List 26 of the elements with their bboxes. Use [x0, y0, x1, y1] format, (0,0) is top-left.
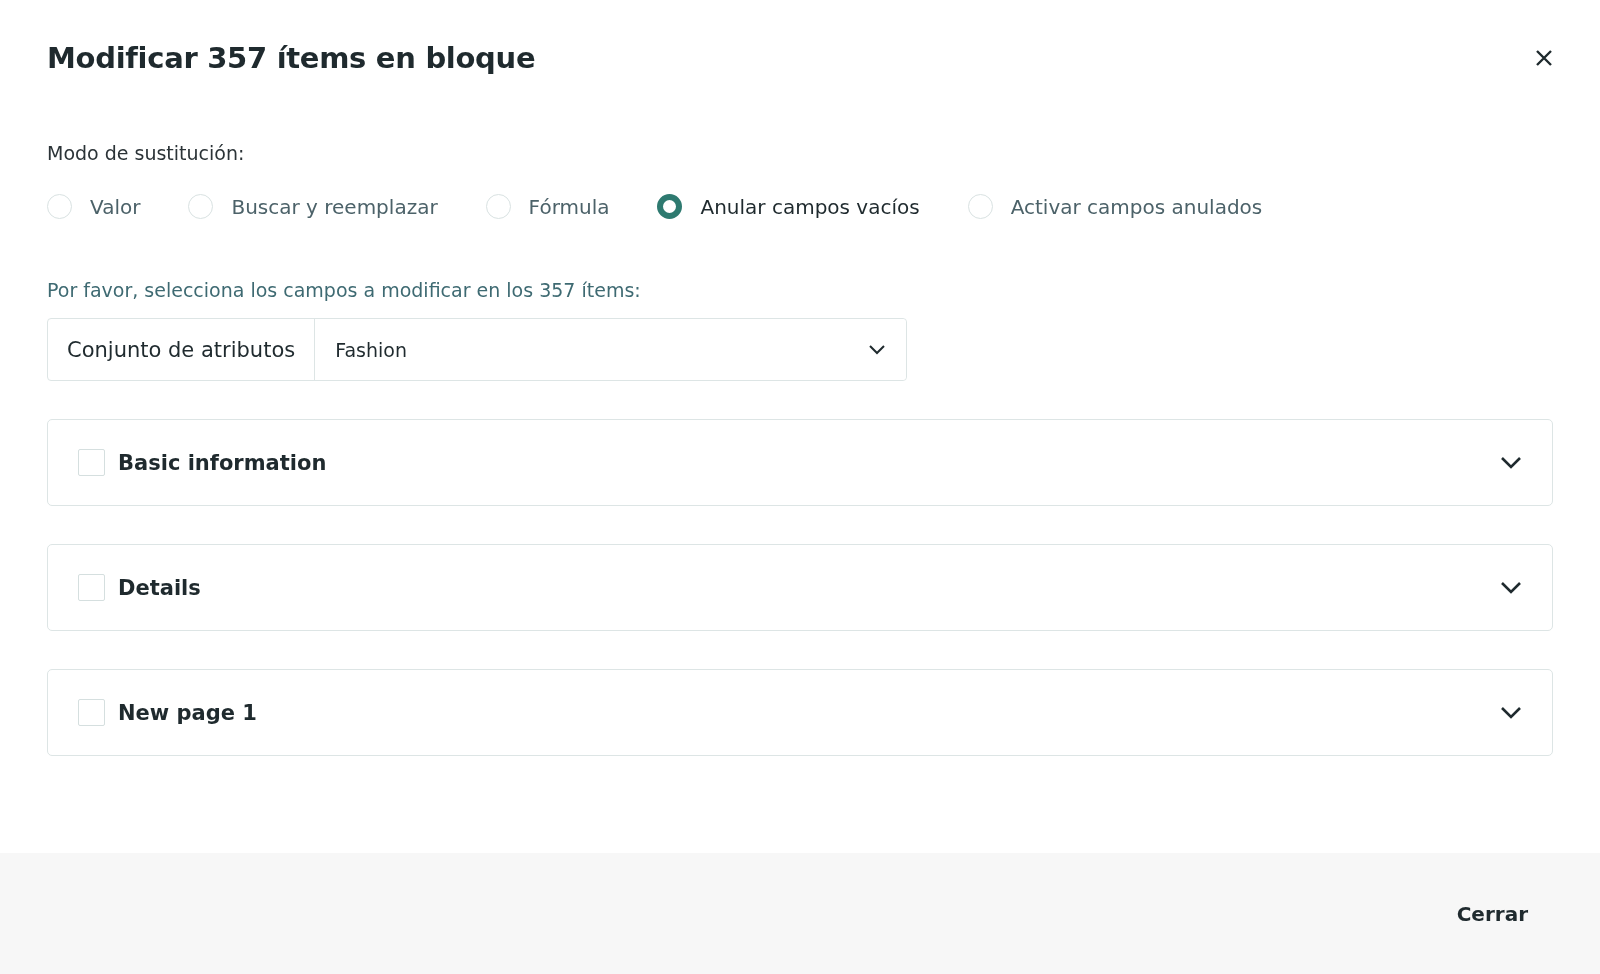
checkbox[interactable] [78, 574, 105, 601]
section-title: Details [118, 575, 202, 600]
chevron-icon [1500, 580, 1522, 595]
chevron-icon [1500, 705, 1522, 720]
radio-option[interactable]: Buscar y reemplazar [188, 194, 438, 219]
dialog-title: Modificar 357 ítems en bloque [47, 40, 536, 75]
expand-button[interactable] [1500, 580, 1522, 595]
section-title: Basic information [118, 450, 328, 475]
instruction-text: Por favor, selecciona los campos a modificar en los 357 ítems: [47, 279, 642, 301]
section-panel[interactable]: New page 1 [47, 669, 1553, 756]
chevron-icon [1500, 455, 1522, 470]
radio-option[interactable]: Valor [47, 194, 141, 219]
close-text-button[interactable]: Cerrar [1456, 893, 1528, 934]
close-icon [1534, 47, 1554, 68]
mode-label: Modo de sustitución: [47, 142, 246, 164]
radio-option[interactable]: Fórmula [485, 194, 610, 219]
section-panel[interactable]: Details [47, 544, 1553, 631]
chevron-icon [868, 344, 886, 355]
checkbox[interactable] [78, 449, 105, 476]
expand-button[interactable] [1500, 705, 1522, 720]
radio-option[interactable]: Anular campos vacíos [657, 194, 920, 219]
expand-button[interactable] [1500, 455, 1522, 470]
section-panel[interactable]: Basic information [47, 419, 1553, 506]
radio-option[interactable]: Activar campos anulados [967, 194, 1263, 219]
section-title: New page 1 [118, 700, 258, 725]
checkbox[interactable] [78, 699, 105, 726]
